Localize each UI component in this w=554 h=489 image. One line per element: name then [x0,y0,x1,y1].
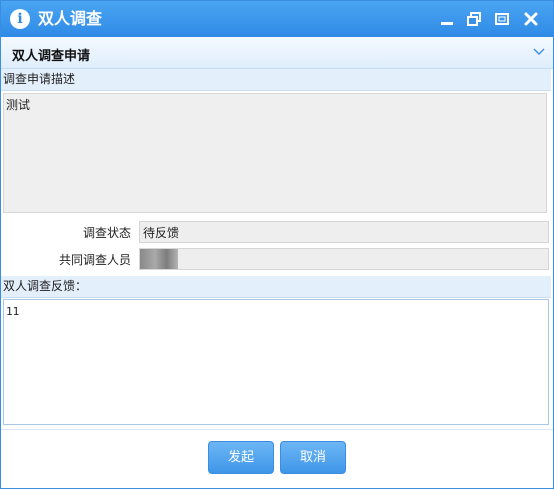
redacted-name [140,249,178,269]
panel-header[interactable]: 双人调查申请 [1,37,553,69]
footer-divider [1,429,553,430]
status-label: 调查状态 [82,226,131,240]
cancel-button[interactable]: 取消 [280,441,346,474]
maximize-icon[interactable] [494,11,510,27]
chevron-down-icon[interactable] [533,46,545,58]
description-label: 调查申请描述 [1,69,551,91]
submit-button[interactable]: 发起 [208,441,274,474]
info-icon: i [10,9,30,29]
status-value: 待反馈 [139,221,549,243]
collaborator-label: 共同调查人员 [58,253,131,267]
minimize-icon[interactable] [439,11,455,27]
feedback-textarea[interactable]: 11 [3,299,549,425]
window-title: 双人调查 [38,9,103,28]
title-bar[interactable]: i 双人调查 [1,1,553,37]
restore-icon[interactable] [466,11,482,27]
dialog-window: i 双人调查 双人调查申请 调查申请描述 测试 调查状态 待反馈 共同调查人员 [0,0,554,489]
status-row: 调查状态 待反馈 [1,221,551,245]
close-icon[interactable] [523,11,539,27]
description-field: 测试 [3,93,547,213]
feedback-label: 双人调查反馈： [1,276,551,298]
panel-title: 双人调查申请 [12,49,91,64]
collaborator-value [139,248,549,270]
collaborator-row: 共同调查人员 [1,248,551,272]
